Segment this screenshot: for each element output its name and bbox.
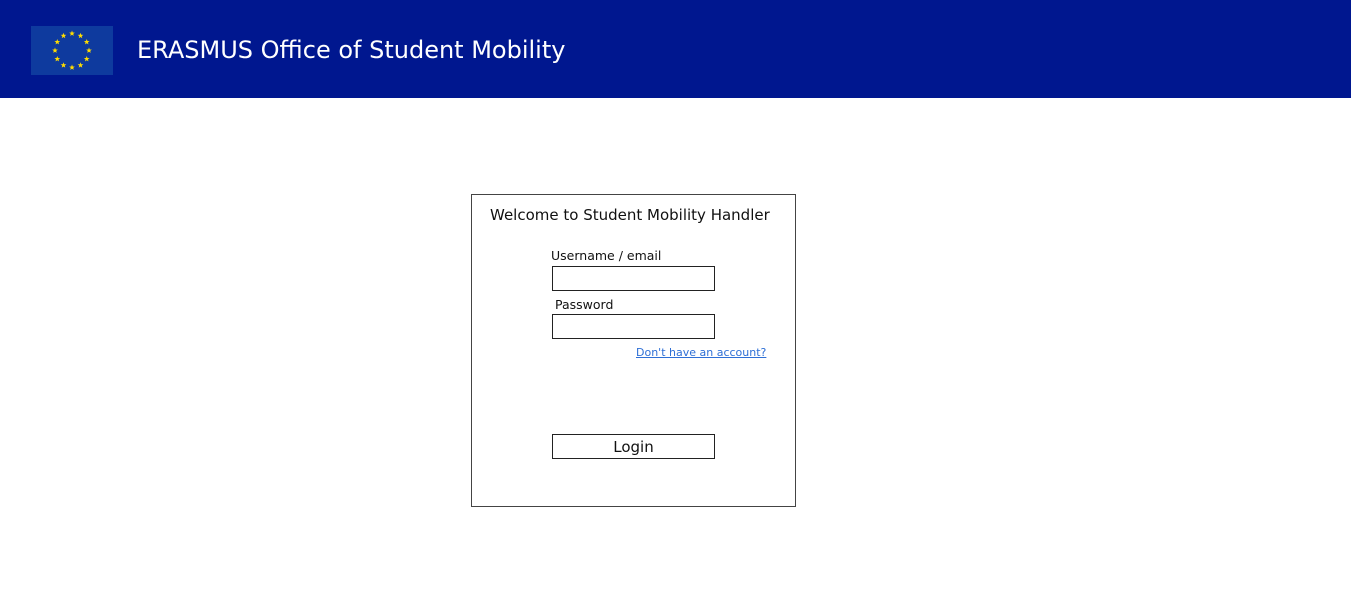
flag-star [54, 39, 61, 45]
flag-star [60, 32, 67, 39]
flag-star [86, 47, 92, 53]
flag-star [69, 30, 75, 36]
signup-link[interactable]: Don't have an account? [636, 346, 766, 360]
flag-star [69, 64, 75, 70]
flag-star [52, 47, 58, 53]
flag-star [54, 56, 61, 62]
username-field[interactable] [552, 266, 715, 291]
flag-star [60, 62, 67, 68]
top-header-bar: ERASMUS Office of Student Mobility [0, 0, 1351, 98]
login-button[interactable]: Login [552, 434, 715, 459]
eu-flag-icon [31, 26, 113, 75]
welcome-heading: Welcome to Student Mobility Handler [490, 206, 770, 224]
password-field[interactable] [552, 314, 715, 339]
username-label: Username / email [551, 248, 662, 263]
flag-star [83, 56, 90, 62]
flag-star [77, 62, 84, 68]
flag-star [83, 39, 90, 45]
password-label: Password [555, 297, 614, 312]
app-title: ERASMUS Office of Student Mobility [137, 36, 566, 64]
flag-star [77, 32, 84, 39]
login-panel: Welcome to Student Mobility Handler User… [471, 194, 796, 507]
